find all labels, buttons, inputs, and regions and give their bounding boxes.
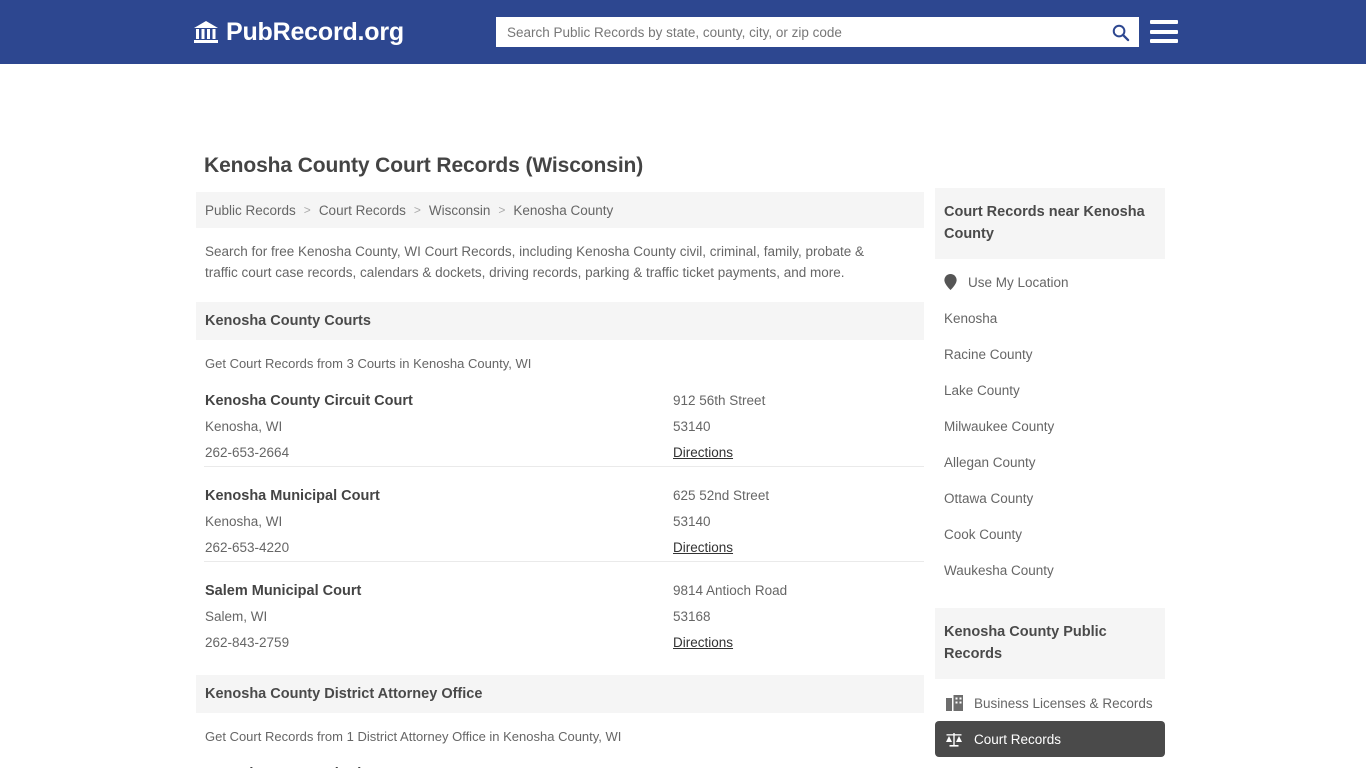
breadcrumb: Public Records > Court Records > Wisconsin > K…: [196, 192, 924, 228]
near-panel-title: Court Records near Kenosha County: [935, 188, 1165, 259]
entry-city-state: Salem, WI: [205, 609, 268, 624]
entry-left-column: Kenosha County Circuit Court Kenosha, WI 2…: [205, 388, 673, 466]
near-item-label: Lake County: [944, 382, 1020, 398]
near-item-label: Milwaukee County: [944, 418, 1055, 434]
use-my-location-button[interactable]: Use My Location: [935, 264, 1165, 300]
search-input[interactable]: [497, 18, 1102, 46]
scales-of-justice-icon-wrap: [945, 730, 963, 748]
breadcrumb-separator: >: [498, 203, 506, 217]
entry-right-column: 912 56th Street53140Directions: [673, 761, 915, 768]
breadcrumb-item-1[interactable]: Public Records: [205, 203, 296, 218]
logo-text: PubRecord.org: [226, 17, 404, 46]
court-entry: Kenosha County District AttorneyKenosha,…: [196, 744, 924, 768]
near-item[interactable]: Ottawa County: [935, 480, 1165, 516]
near-item-label: Cook County: [944, 526, 1023, 542]
site-logo[interactable]: PubRecord.org: [193, 18, 404, 47]
breadcrumb-item-2[interactable]: Court Records: [319, 203, 406, 218]
directions-link[interactable]: Directions: [673, 630, 733, 656]
entry-zip: 53140: [673, 419, 711, 434]
near-item-label: Waukesha County: [944, 562, 1054, 578]
briefcase-icon: [945, 695, 963, 711]
near-item[interactable]: Kenosha: [935, 300, 1165, 336]
records-list: Business Licenses & Records Court Records…: [935, 679, 1165, 768]
sidebar: Court Records near Kenosha County Use My…: [935, 188, 1165, 768]
bank-building-icon: [194, 21, 218, 43]
entry-phone: 262-843-2759: [205, 635, 290, 650]
section-heading: Kenosha County Courts: [196, 302, 924, 340]
page-title: Kenosha County Court Records (Wisconsin): [204, 154, 644, 177]
entry-street: 912 56th Street: [673, 393, 766, 408]
near-item-label: Racine County: [944, 346, 1033, 362]
sections-container: Kenosha County Courts Get Court Records f…: [196, 302, 924, 768]
records-item-label: Business Licenses & Records: [974, 695, 1153, 711]
entry-right-column: 9814 Antioch Road 53168 Directions: [673, 578, 915, 656]
entry-name[interactable]: Kenosha Municipal Court: [205, 483, 673, 509]
near-list: Use My Location Kenosha Racine County Lake …: [935, 259, 1165, 588]
near-item[interactable]: Milwaukee County: [935, 408, 1165, 444]
entry-name[interactable]: Salem Municipal Court: [205, 578, 673, 604]
search-button[interactable]: [1102, 18, 1138, 46]
near-item-label: Use My Location: [968, 274, 1069, 290]
near-item[interactable]: Allegan County: [935, 444, 1165, 480]
entry-zip: 53168: [673, 609, 711, 624]
entry-street: 9814 Antioch Road: [673, 583, 788, 598]
page-intro: Search for free Kenosha County, WI Court…: [205, 244, 865, 280]
directions-link[interactable]: Directions: [673, 535, 733, 561]
section-heading: Kenosha County District Attorney Office: [196, 675, 924, 713]
breadcrumb-item-3[interactable]: Wisconsin: [429, 203, 491, 218]
hamburger-bar: [1150, 39, 1178, 43]
entry-name[interactable]: Kenosha County Circuit Court: [205, 388, 673, 414]
records-item-label: Court Records: [974, 731, 1062, 747]
near-item[interactable]: Lake County: [935, 372, 1165, 408]
entry-street: 912 56th Street: [673, 761, 915, 768]
entry-phone: 262-653-4220: [205, 540, 290, 555]
search-icon: [1112, 24, 1129, 41]
entry-right-column: 625 52nd Street 53140 Directions: [673, 483, 915, 561]
records-item-court-records[interactable]: Court Records: [935, 721, 1165, 757]
near-item-label: Ottawa County: [944, 490, 1034, 506]
entry-phone: 262-653-2664: [205, 445, 290, 460]
directions-link[interactable]: Directions: [673, 440, 733, 466]
records-panel-title: Kenosha County Public Records: [935, 608, 1165, 679]
near-item-label: Kenosha: [944, 310, 998, 326]
main-content: Kenosha County Court Records (Wisconsin)…: [196, 148, 924, 768]
breadcrumb-item-4[interactable]: Kenosha County: [513, 203, 613, 218]
entry-name[interactable]: Kenosha County District Attorney: [205, 761, 673, 768]
map-pin-icon: [944, 274, 957, 290]
entry-left-column: Kenosha County District AttorneyKenosha,…: [205, 761, 673, 768]
section-subtitle: Get Court Records from 1 District Attorn…: [205, 729, 622, 744]
search-bar: [496, 17, 1139, 47]
near-item[interactable]: Cook County: [935, 516, 1165, 552]
court-entry: Kenosha County Circuit Court Kenosha, WI 2…: [196, 371, 924, 466]
near-item-label: Allegan County: [944, 454, 1036, 470]
entry-right-column: 912 56th Street 53140 Directions: [673, 388, 915, 466]
hamburger-menu-icon[interactable]: [1150, 18, 1178, 45]
entry-left-column: Salem Municipal Court Salem, WI 262-843-27…: [205, 578, 673, 656]
scales-of-justice-icon: [946, 733, 962, 747]
entry-city-state: Kenosha, WI: [205, 419, 283, 434]
section-subtitle: Get Court Records from 3 Courts in Kenos…: [205, 356, 532, 371]
briefcase-icon-wrap: [945, 694, 963, 712]
court-entry: Kenosha Municipal Court Kenosha, WI 262-65…: [196, 466, 924, 561]
hamburger-bar: [1150, 20, 1178, 24]
site-header: PubRecord.org: [0, 0, 1366, 64]
near-item[interactable]: Racine County: [935, 336, 1165, 372]
hamburger-bar: [1150, 29, 1178, 34]
breadcrumb-separator: >: [303, 203, 311, 217]
records-item-business-licenses-records[interactable]: Business Licenses & Records: [935, 685, 1165, 721]
entry-left-column: Kenosha Municipal Court Kenosha, WI 262-65…: [205, 483, 673, 561]
entry-street: 625 52nd Street: [673, 488, 770, 503]
breadcrumb-separator: >: [413, 203, 421, 217]
entry-city-state: Kenosha, WI: [205, 514, 283, 529]
panel-spacer: [935, 588, 1165, 608]
entry-zip: 53140: [673, 514, 711, 529]
court-entry: Salem Municipal Court Salem, WI 262-843-27…: [196, 561, 924, 656]
near-item[interactable]: Waukesha County: [935, 552, 1165, 588]
records-item-criminal-records-warrants[interactable]: Criminal Records & Warrants: [935, 757, 1165, 768]
